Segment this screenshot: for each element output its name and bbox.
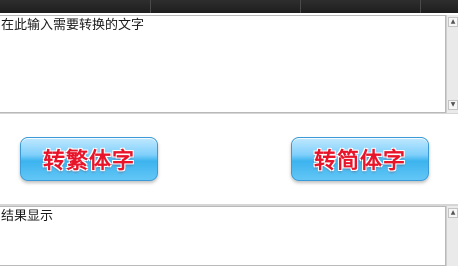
button-panel: 转繁体字 转简体字 (0, 114, 458, 204)
output-textarea[interactable]: 结果显示 (0, 206, 446, 266)
convert-to-traditional-button[interactable]: 转繁体字 (20, 137, 158, 181)
convert-to-simplified-button[interactable]: 转简体字 (291, 137, 429, 181)
input-scrollbar[interactable]: ▲ ▼ (446, 15, 458, 113)
window-top-bar (0, 0, 458, 13)
scroll-up-icon[interactable]: ▲ (448, 17, 458, 27)
top-bar-separator (150, 0, 151, 13)
convert-to-traditional-label: 转繁体字 (42, 149, 135, 174)
input-text: 在此输入需要转换的文字 (1, 18, 145, 33)
scroll-up-icon[interactable]: ▲ (448, 208, 458, 218)
input-textarea[interactable]: 在此输入需要转换的文字 (0, 15, 446, 113)
convert-to-simplified-label: 转简体字 (313, 149, 406, 174)
output-text: 结果显示 (1, 209, 54, 224)
top-bar-separator (420, 0, 421, 13)
top-bar-separator (300, 0, 301, 13)
output-scrollbar[interactable]: ▲ (446, 206, 458, 266)
scroll-down-icon[interactable]: ▼ (448, 100, 458, 110)
